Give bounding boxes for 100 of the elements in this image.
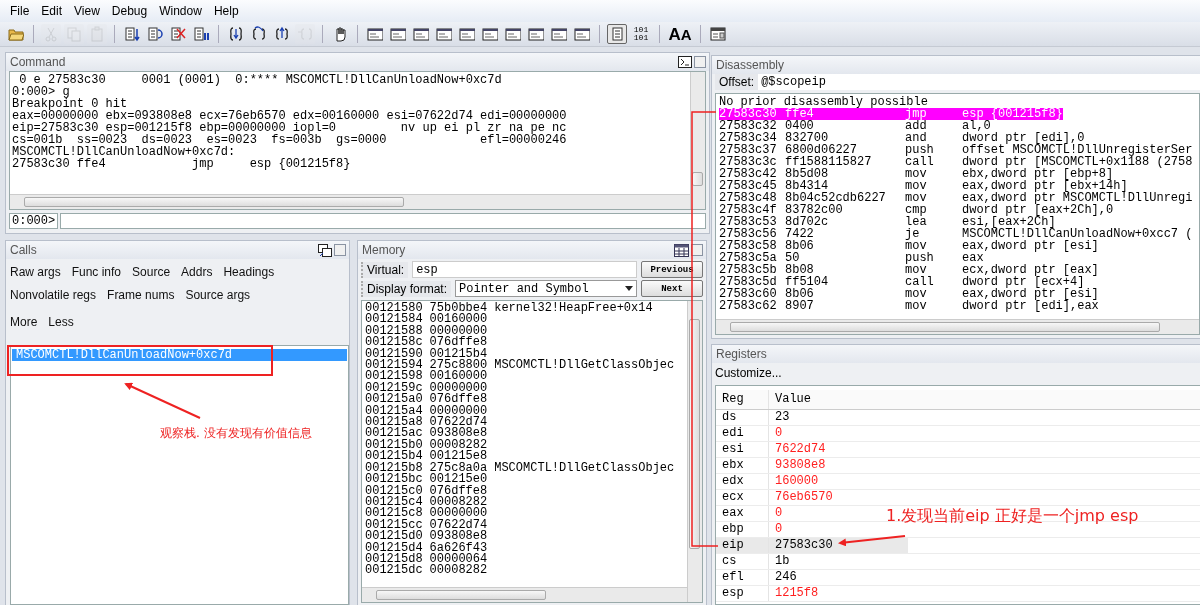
instruction-address: 27583c53: [719, 216, 778, 228]
register-name[interactable]: edi: [716, 426, 768, 441]
register-name[interactable]: edx: [716, 474, 768, 489]
instruction-address: 27583c5d: [719, 276, 778, 288]
format-dropdown[interactable]: Pointer and Symbol: [455, 280, 637, 297]
memory-value: 093808e8: [429, 531, 488, 543]
close-button[interactable]: [334, 243, 346, 256]
option-link[interactable]: Addrs: [181, 265, 213, 279]
register-name[interactable]: esi: [716, 442, 768, 457]
toolbar-button[interactable]: [145, 24, 165, 44]
instruction-row[interactable]: 27583c3c ff1588115827 call dword ptr [MSCOMCTL+0x1188 (2758: [719, 156, 1193, 168]
toolbar-button[interactable]: [708, 24, 728, 44]
option-link[interactable]: More: [10, 315, 38, 329]
register-value: 23: [768, 410, 908, 425]
menu-item[interactable]: Window: [153, 2, 208, 20]
memory-symbol: MSCOMCTL!DllGetClassObjec: [494, 360, 675, 372]
arrow: [838, 535, 906, 547]
braces-arrow-icon: [274, 26, 290, 42]
offset-field[interactable]: @$scopeip: [758, 74, 1200, 90]
register-name[interactable]: ecx: [716, 490, 768, 505]
instruction-operands: al,0: [962, 120, 991, 132]
option-link[interactable]: Source args: [185, 288, 251, 302]
instruction-mnemonic: mov: [905, 180, 928, 192]
register-name[interactable]: esp: [716, 586, 768, 601]
option-link[interactable]: Nonvolatile regs: [10, 288, 97, 302]
register-name[interactable]: eip: [716, 538, 768, 553]
instruction-address: 27583c5a: [719, 252, 778, 264]
toolbar-button[interactable]: [607, 24, 627, 44]
option-link[interactable]: Raw args: [10, 265, 61, 279]
close-button[interactable]: [694, 56, 706, 68]
output-line: 0:000> g: [12, 86, 70, 98]
option-link[interactable]: Source: [132, 265, 171, 279]
instruction-address: 27583c48: [719, 192, 778, 204]
instruction-row[interactable]: 27583c5b 8b08 mov ecx,dword ptr [eax]: [719, 264, 1099, 276]
instruction-mnemonic: mov: [905, 240, 927, 252]
customize-button[interactable]: Customize...: [712, 363, 786, 385]
instruction-bytes: 8b06: [785, 288, 815, 300]
panel-title: Registers: [716, 347, 767, 361]
instruction-operands: dword ptr [edi],0: [962, 132, 1085, 144]
address-field[interactable]: esp: [412, 261, 637, 278]
properties-icon: [710, 26, 726, 42]
instruction-row[interactable]: 27583c34 832700 and dword ptr [edi],0: [719, 132, 1085, 144]
option-link[interactable]: Frame nums: [107, 288, 175, 302]
instruction-row[interactable]: 27583c5d ff5104 call dword ptr [ecx+4]: [719, 276, 1085, 288]
menu-item[interactable]: Edit: [35, 2, 69, 20]
instruction-bytes: 8d702c: [785, 216, 830, 228]
instruction-row[interactable]: 27583c58 8b06 mov eax,dword ptr [esi]: [719, 240, 1099, 252]
instruction-mnemonic: mov: [905, 192, 928, 204]
instruction-row[interactable]: 27583c42 8b5d08 mov ebx,dword ptr [ebp+8]: [719, 168, 1114, 180]
binary-mode-button[interactable]: 101 101: [630, 24, 652, 44]
horizontal-scrollbar[interactable]: [716, 319, 1199, 334]
toolbar-button[interactable]: [122, 24, 142, 44]
instruction-row[interactable]: 27583c53 8d702c lea esi,[eax+2Ch]: [719, 216, 1056, 228]
toolbar-button[interactable]: [168, 24, 188, 44]
instruction-row[interactable]: 27583c5a 50 push eax: [719, 252, 984, 264]
register-name[interactable]: ds: [716, 410, 768, 425]
instruction-row[interactable]: 27583c60 8b06 mov eax,dword ptr [esi]: [719, 288, 1099, 300]
list-loop-icon: [147, 26, 163, 42]
register-name[interactable]: eax: [716, 506, 768, 521]
font-button[interactable]: AA: [667, 24, 693, 44]
command-input[interactable]: [60, 213, 706, 229]
menu-item[interactable]: Debug: [105, 2, 154, 20]
option-link[interactable]: Headings: [223, 265, 275, 279]
instruction-address: 27583c37: [719, 144, 778, 156]
menu-item[interactable]: Help: [207, 2, 245, 20]
menu-item[interactable]: View: [68, 2, 106, 20]
field-label: Display format:: [361, 280, 452, 297]
register-name[interactable]: efl: [716, 570, 768, 585]
instruction-row[interactable]: 27583c37 6800d06227 push offset MSCOMCTL!DllUnregisterSer: [719, 144, 1193, 156]
register-name[interactable]: ebx: [716, 458, 768, 473]
memory-symbol: MSCOMCTL!DllGetClassObjec: [494, 462, 675, 475]
instruction-bytes: 832700: [785, 132, 829, 144]
instruction-row[interactable]: 27583c4f 83782c00 cmp dword ptr [eax+2Ch],0: [719, 204, 1114, 216]
instruction-bytes: ff5104: [785, 276, 830, 288]
memory-address: 001215ac: [365, 428, 423, 440]
option-link[interactable]: Less: [48, 315, 74, 329]
register-name[interactable]: cs: [716, 554, 768, 569]
register-value: 0: [768, 426, 908, 441]
instruction-mnemonic: push: [905, 252, 935, 264]
horizontal-scrollbar[interactable]: [362, 587, 687, 602]
instruction-address: 27583c42: [719, 168, 778, 180]
toolbar-button[interactable]: [191, 24, 211, 44]
braces-arrow-icon: [297, 26, 313, 42]
horizontal-scrollbar[interactable]: [10, 194, 690, 209]
next-button[interactable]: Next: [641, 280, 703, 297]
instruction-address: 27583c3c: [719, 156, 778, 168]
instruction-row[interactable]: 27583c32 0400 add al,0: [719, 120, 991, 132]
register-name[interactable]: ebp: [716, 522, 768, 537]
instruction-row[interactable]: 27583c45 8b4314 mov eax,dword ptr [ebx+14h]: [719, 180, 1128, 192]
instruction-operands: dword ptr [MSCOMCTL+0x1188 (2758: [962, 156, 1193, 168]
instruction-bytes: 8b08: [785, 264, 814, 276]
option-link[interactable]: Func info: [71, 265, 122, 279]
instruction-row[interactable]: 27583c48 8b04c52cdb6227 mov eax,dword ptr MSCOMCTL!DllUnregi: [719, 192, 1193, 204]
instruction-address: 27583c4f: [719, 204, 778, 216]
instruction-row[interactable]: 27583c62 8907 mov dword ptr [edi],eax: [719, 300, 1099, 312]
window-icon: [367, 26, 383, 42]
folder-icon: [8, 26, 24, 42]
instruction-row[interactable]: 27583c56 7422 je MSCOMCTL!DllCanUnloadNow+0xcc7 (: [719, 228, 1193, 240]
menu-item[interactable]: File: [4, 2, 36, 20]
output-line: cs=001b ss=0023 ds=0023 es=0023 fs=003b gs=0000 efl=00000246: [12, 134, 568, 146]
